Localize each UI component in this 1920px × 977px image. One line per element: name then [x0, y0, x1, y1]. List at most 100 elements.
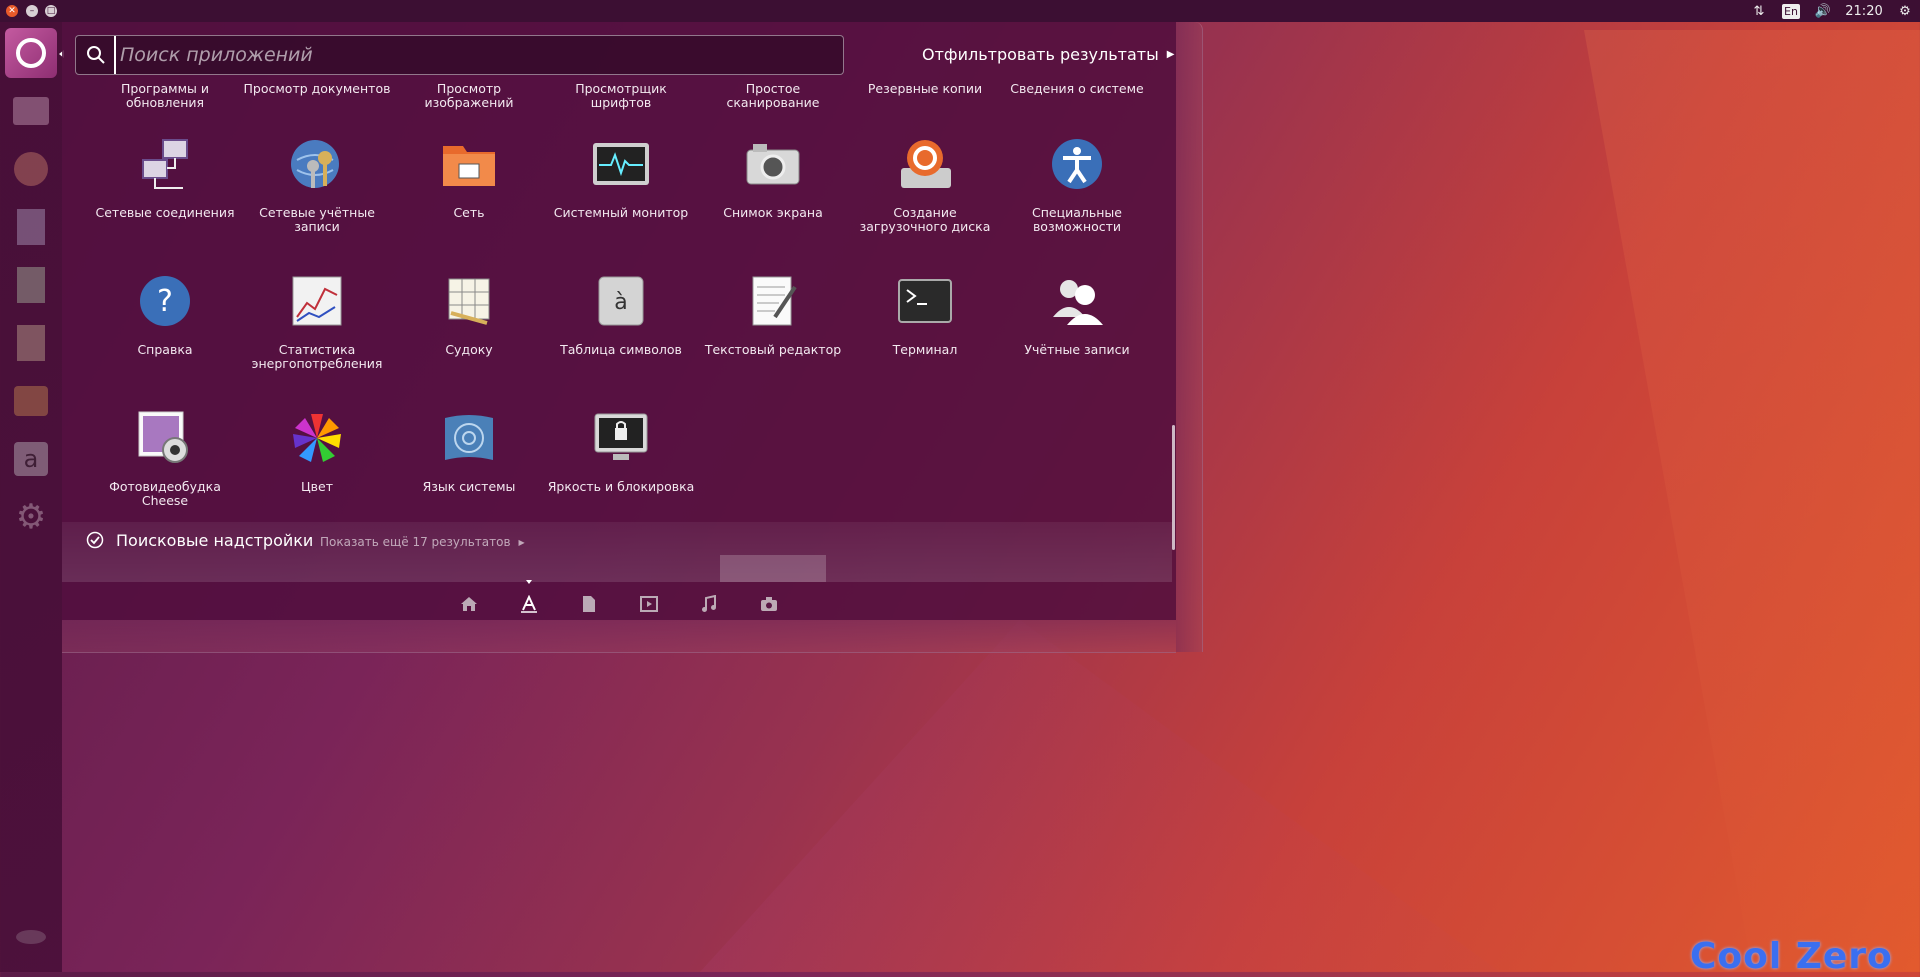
video-icon[interactable] [637, 592, 661, 616]
app-item[interactable]: Создание загрузочного диска [850, 132, 1000, 234]
search-box[interactable] [75, 35, 844, 75]
app-item[interactable]: à Таблица символов [546, 269, 696, 357]
app-item[interactable]: Простое сканирование [698, 82, 848, 110]
app-item[interactable]: Фотовидеобудка Cheese [90, 406, 240, 508]
app-label: Просмотр изображений [424, 81, 514, 110]
settings-icon[interactable]: ⚙ [1894, 0, 1916, 22]
app-label: Судоку [445, 342, 493, 357]
app-label: Сеть [453, 205, 485, 220]
app-item[interactable]: Резервные копии [850, 82, 1000, 96]
app-item[interactable]: Просмотр изображений [394, 82, 544, 110]
amazon-launcher-icon[interactable]: a [6, 434, 56, 484]
wallpaper-shape [1584, 30, 1920, 970]
color-icon [285, 406, 349, 470]
app-item[interactable]: Сетевые учётные записи [242, 132, 392, 234]
app-item[interactable]: Язык системы [394, 406, 544, 494]
network-folder-icon [437, 132, 501, 196]
plugins-title: Поисковые надстройки [116, 531, 314, 550]
app-item[interactable]: Терминал [850, 269, 1000, 357]
app-item[interactable]: Сведения о системе [1002, 82, 1152, 96]
app-item[interactable]: Сетевые соединения [90, 132, 240, 220]
app-label: Просмотр документов [243, 81, 391, 96]
online-accounts-icon [285, 132, 349, 196]
app-label: Справка [137, 342, 193, 357]
app-label: Снимок экрана [723, 205, 823, 220]
app-label: Специальные возможности [1032, 205, 1122, 234]
camera-icon [741, 132, 805, 196]
calc-launcher-icon[interactable] [6, 260, 56, 310]
app-item[interactable]: Статистика энергопотребления [242, 269, 392, 371]
writer-launcher-icon[interactable] [6, 202, 56, 252]
keyboard-layout-label: En [1782, 3, 1800, 19]
search-input[interactable] [114, 36, 843, 74]
search-icon [84, 43, 108, 67]
maximize-icon[interactable]: □ [45, 5, 57, 17]
applications-icon[interactable] [517, 592, 541, 616]
app-label: Программы и обновления [121, 81, 209, 110]
app-item[interactable]: Просмотр документов [242, 82, 392, 96]
chevron-right-icon: ▶ [1166, 49, 1175, 60]
volume-icon[interactable]: 🔊 [1810, 0, 1836, 22]
filter-results-label: Отфильтровать результаты [922, 45, 1159, 64]
app-label: Сведения о системе [1010, 81, 1144, 96]
app-item[interactable]: ? Справка [90, 269, 240, 357]
app-item[interactable]: Просмотрщик шрифтов [546, 82, 696, 110]
app-item[interactable]: Цвет [242, 406, 392, 494]
brightness-lock-icon [589, 406, 653, 470]
photos-icon[interactable] [757, 592, 781, 616]
system-settings-launcher-icon[interactable]: ⚙ [6, 492, 56, 542]
app-label: Сетевые учётные записи [259, 205, 375, 234]
app-item[interactable]: Системный монитор [546, 132, 696, 220]
app-label: Сетевые соединения [95, 205, 235, 220]
app-label: Статистика энергопотребления [251, 342, 383, 371]
app-item[interactable]: Сеть [394, 132, 544, 220]
svg-text:à: à [614, 290, 627, 315]
lens-active-indicator-icon [526, 580, 532, 584]
app-item[interactable]: Снимок экрана [698, 132, 848, 220]
cheese-icon [133, 406, 197, 470]
minimize-icon[interactable]: – [26, 5, 38, 17]
app-item[interactable]: Учётные записи [1002, 269, 1152, 357]
network-icon[interactable]: ⇅ [1748, 0, 1770, 22]
dash-home-button[interactable] [5, 28, 57, 78]
search-plugins-bar[interactable]: Поисковые надстройки Показать ещё 17 рез… [62, 522, 1172, 582]
filter-results-button[interactable]: Отфильтровать результаты ▶ [922, 45, 1174, 64]
firefox-launcher-icon[interactable] [6, 144, 56, 194]
app-item[interactable]: Текстовый редактор [698, 269, 848, 357]
app-label: Цвет [300, 479, 334, 494]
text-editor-icon [741, 269, 805, 333]
app-label: Фотовидеобудка Cheese [109, 479, 221, 508]
watermark-logo: Cool Zero [1690, 936, 1893, 977]
clock-label: 21:20 [1845, 3, 1883, 19]
close-icon[interactable]: ✕ [6, 5, 18, 17]
app-label: Простое сканирование [726, 81, 820, 110]
trash-launcher-icon[interactable] [6, 912, 56, 962]
character-map-icon: à [589, 269, 653, 333]
keyboard-layout-icon[interactable]: En [1780, 0, 1802, 22]
accessibility-icon [1045, 132, 1109, 196]
scrollbar[interactable] [1172, 425, 1175, 550]
help-icon: ? [133, 269, 197, 333]
terminal-icon [893, 269, 957, 333]
music-icon[interactable] [697, 592, 721, 616]
show-more-link[interactable]: Показать ещё 17 результатов ▶ [320, 535, 525, 549]
app-item[interactable]: Программы и обновления [90, 82, 240, 110]
app-label: Создание загрузочного диска [859, 205, 991, 234]
impress-launcher-icon[interactable] [6, 318, 56, 368]
dash-frame-bottom [62, 620, 1176, 653]
chevron-right-icon: ▶ [518, 537, 525, 547]
home-icon[interactable] [457, 592, 481, 616]
watermark-label: Cool Zero [1690, 936, 1893, 977]
files-launcher-icon[interactable] [6, 86, 56, 136]
clock[interactable]: 21:20 [1842, 0, 1886, 22]
check-circle-icon [86, 531, 104, 549]
app-label: Яркость и блокировка [547, 479, 695, 494]
startup-disk-icon [893, 132, 957, 196]
files-icon[interactable] [577, 592, 601, 616]
app-item[interactable]: Яркость и блокировка [546, 406, 696, 494]
software-launcher-icon[interactable] [6, 376, 56, 426]
power-statistics-icon [285, 269, 349, 333]
app-item[interactable]: Специальные возможности [1002, 132, 1152, 234]
network-connections-icon [133, 132, 197, 196]
app-item[interactable]: Судоку [394, 269, 544, 357]
